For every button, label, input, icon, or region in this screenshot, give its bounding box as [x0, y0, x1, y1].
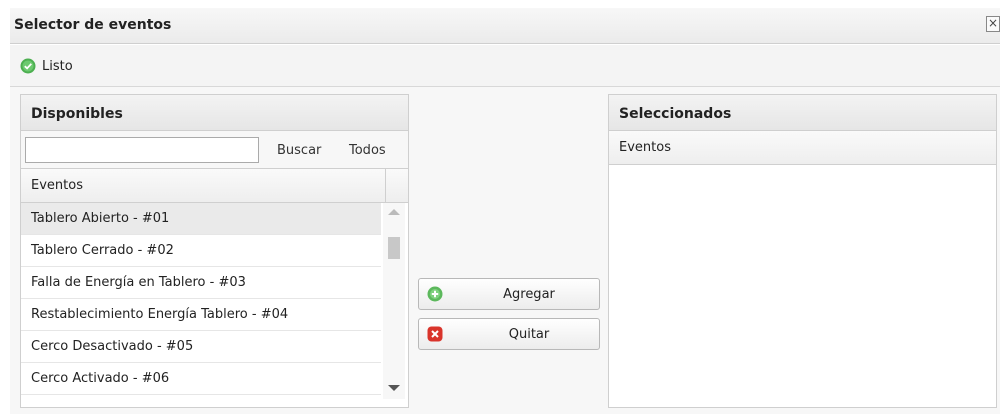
- scroll-up-arrow-icon[interactable]: [388, 209, 400, 215]
- selected-panel: Seleccionados Eventos: [608, 94, 997, 408]
- available-column-header[interactable]: Eventos: [21, 169, 408, 203]
- list-item[interactable]: Cerco Desactivado - #05: [21, 331, 381, 363]
- remove-button-label: Quitar: [508, 327, 550, 342]
- remove-button[interactable]: Quitar: [418, 318, 600, 350]
- dialog-titlebar: Selector de eventos ×: [10, 8, 1000, 44]
- dialog-title: Selector de eventos: [14, 17, 172, 33]
- available-list: Tablero Abierto - #01 Tablero Cerrado - …: [21, 203, 381, 399]
- selected-list: [609, 165, 996, 405]
- add-button-label: Agregar: [503, 287, 555, 302]
- list-item[interactable]: Falla de Energía en Tablero - #03: [21, 267, 381, 299]
- list-item[interactable]: Tablero Abierto - #01: [21, 203, 381, 235]
- selector-area: Disponibles Buscar Todos Eventos Tablero…: [10, 87, 1000, 414]
- search-input[interactable]: [25, 137, 259, 163]
- column-divider: [385, 169, 386, 202]
- all-button[interactable]: Todos: [349, 143, 386, 158]
- search-row: Buscar Todos: [21, 131, 408, 169]
- list-item[interactable]: Restablecimiento Energía Tablero - #04: [21, 299, 381, 331]
- search-button[interactable]: Buscar: [277, 143, 321, 158]
- done-button[interactable]: Listo: [20, 55, 73, 77]
- column-header-label: Eventos: [619, 140, 671, 155]
- available-title: Disponibles: [21, 95, 408, 131]
- dialog-toolbar: Listo: [10, 45, 1000, 87]
- column-header-label: Eventos: [31, 178, 83, 193]
- list-item[interactable]: Cerco Activado - #06: [21, 363, 381, 395]
- check-circle-icon: [20, 58, 36, 74]
- selected-title: Seleccionados: [609, 95, 996, 131]
- list-item[interactable]: Tablero Cerrado - #02: [21, 235, 381, 267]
- scroll-down-arrow-icon[interactable]: [388, 385, 400, 391]
- selected-column-header[interactable]: Eventos: [609, 131, 996, 165]
- add-button[interactable]: Agregar: [418, 278, 600, 310]
- available-panel: Disponibles Buscar Todos Eventos Tablero…: [20, 94, 409, 408]
- scroll-thumb[interactable]: [388, 237, 400, 259]
- close-icon[interactable]: ×: [986, 16, 1000, 32]
- list-scrollbar[interactable]: [383, 203, 405, 399]
- done-button-label: Listo: [42, 58, 73, 74]
